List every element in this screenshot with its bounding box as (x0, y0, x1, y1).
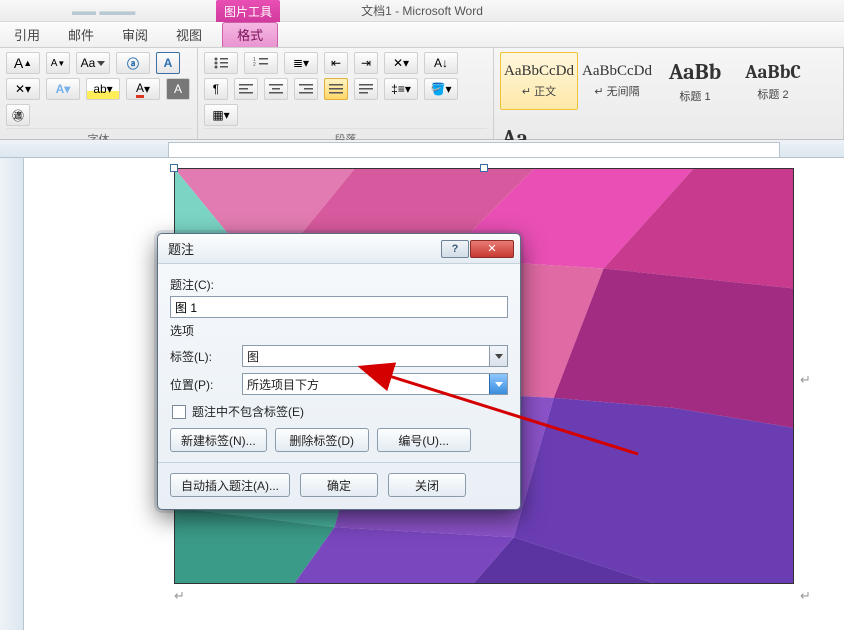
delete-label-button[interactable]: 删除标签(D) (275, 428, 369, 452)
position-combo-value: 所选项目下方 (247, 376, 319, 393)
style-normal[interactable]: AaBbCcDd ↵ 正文 (500, 52, 578, 110)
title-bar: ▬▬ ▬▬▬ 图片工具 文档1 - Microsoft Word (0, 0, 844, 22)
ribbon: A▲ A▼ Aa ⓐ A ✕▾ A▾ ab▾ A▾ A ㊜ 字体 12 ≣▾ ⇤… (0, 48, 844, 140)
document-title: 文档1 - Microsoft Word (361, 2, 483, 19)
chevron-down-icon[interactable] (489, 374, 507, 394)
horizontal-ruler[interactable] (0, 140, 844, 158)
grow-font-button[interactable]: A▲ (6, 52, 40, 74)
caption-input[interactable] (170, 296, 508, 318)
checkbox-icon[interactable] (172, 405, 186, 419)
close-button[interactable]: ✕ (470, 240, 514, 258)
label-combo-value: 图 (247, 348, 259, 365)
exclude-label-text: 题注中不包含标签(E) (192, 403, 304, 420)
bullets-button[interactable] (204, 52, 238, 74)
cancel-button[interactable]: 关闭 (388, 473, 466, 497)
distributed-button[interactable] (354, 78, 378, 100)
align-right-button[interactable] (294, 78, 318, 100)
style-preview: AaBbCcDd (504, 63, 574, 80)
label-field-label: 标签(L): (170, 348, 234, 365)
line-spacing-button[interactable]: ‡≡▾ (384, 78, 418, 100)
tab-view[interactable]: 视图 (162, 22, 216, 47)
style-heading-2[interactable]: AaBbC 标题 2 (734, 52, 812, 110)
multilevel-list-button[interactable]: ≣▾ (284, 52, 318, 74)
ribbon-group-font: A▲ A▼ Aa ⓐ A ✕▾ A▾ ab▾ A▾ A ㊜ 字体 (0, 48, 198, 139)
style-preview: AaBbC (745, 61, 801, 83)
style-label: ↵ 无间隔 (594, 83, 639, 99)
highlight-button[interactable]: ab▾ (86, 78, 120, 100)
text-effects-button[interactable]: A▾ (46, 78, 80, 100)
auto-caption-button[interactable]: 自动插入题注(A)... (170, 473, 290, 497)
phonetic-guide-button[interactable]: ⓐ (116, 52, 150, 74)
svg-text:2: 2 (253, 62, 256, 68)
justify-icon (329, 83, 343, 95)
decrease-indent-button[interactable]: ⇤ (324, 52, 348, 74)
bullets-icon (213, 56, 229, 70)
help-button[interactable]: ? (441, 240, 469, 258)
clear-formatting-button[interactable]: ✕▾ (6, 78, 40, 100)
style-preview: AaBbCcDd (582, 63, 652, 80)
paint-bucket-icon: 🪣 (431, 82, 446, 96)
enclose-characters-button[interactable]: ㊜ (6, 104, 30, 126)
exclude-label-checkbox-row[interactable]: 题注中不包含标签(E) (170, 403, 508, 420)
style-no-spacing[interactable]: AaBbCcDd ↵ 无间隔 (578, 52, 656, 110)
tab-review[interactable]: 审阅 (108, 22, 162, 47)
numbering-button[interactable]: 12 (244, 52, 278, 74)
tab-references[interactable]: 引用 (0, 22, 54, 47)
selection-handle-tm[interactable] (480, 164, 488, 172)
tab-mailings[interactable]: 邮件 (54, 22, 108, 47)
character-border-button[interactable]: A (156, 52, 180, 74)
align-center-button[interactable] (264, 78, 288, 100)
label-combo[interactable]: 图 (242, 345, 508, 367)
style-preview: AaBb (669, 59, 721, 85)
borders-button[interactable]: ▦▾ (204, 104, 238, 126)
character-shading-button[interactable]: A (166, 78, 190, 100)
workspace: ↵ ↵ ↵ 题注 ? ✕ 题注(C): 选项 标签(L): 图 (0, 140, 844, 630)
style-label: ↵ 正文 (522, 83, 556, 99)
paragraph-mark: ↵ (800, 588, 811, 604)
numbering-button[interactable]: 编号(U)... (377, 428, 471, 452)
distributed-icon (359, 83, 373, 95)
caption-label: 题注(C): (170, 276, 508, 293)
align-left-icon (239, 83, 253, 95)
style-label: 标题 1 (679, 88, 710, 104)
align-right-icon (299, 83, 313, 95)
ok-button[interactable]: 确定 (300, 473, 378, 497)
ribbon-tabs: 引用 邮件 审阅 视图 格式 (0, 22, 844, 48)
document-page[interactable]: ↵ ↵ ↵ 题注 ? ✕ 题注(C): 选项 标签(L): 图 (24, 158, 844, 630)
change-case-button[interactable]: Aa (76, 52, 110, 74)
vertical-ruler[interactable] (0, 158, 24, 630)
position-field-label: 位置(P): (170, 376, 234, 393)
dialog-body: 题注(C): 选项 标签(L): 图 位置(P): 所选项目下方 (158, 264, 520, 509)
dialog-title: 题注 (168, 239, 194, 258)
shrink-font-button[interactable]: A▼ (46, 52, 70, 74)
show-marks-button[interactable]: ¶ (204, 78, 228, 100)
asian-layout-button[interactable]: ✕▾ (384, 52, 418, 74)
increase-indent-button[interactable]: ⇥ (354, 52, 378, 74)
font-color-button[interactable]: A▾ (126, 78, 160, 100)
dialog-titlebar[interactable]: 题注 ? ✕ (158, 234, 520, 264)
new-label-button[interactable]: 新建标签(N)... (170, 428, 267, 452)
chevron-down-icon[interactable] (489, 346, 507, 366)
align-center-icon (269, 83, 283, 95)
paragraph-mark: ↵ (800, 372, 811, 388)
caption-dialog: 题注 ? ✕ 题注(C): 选项 标签(L): 图 位 (157, 233, 521, 510)
shading-button[interactable]: 🪣▾ (424, 78, 458, 100)
style-label: 标题 2 (757, 86, 788, 102)
selection-handle-tl[interactable] (170, 164, 178, 172)
justify-button[interactable] (324, 78, 348, 100)
paragraph-mark: ↵ (174, 588, 185, 604)
sort-button[interactable]: A↓ (424, 52, 458, 74)
numbering-icon: 12 (253, 56, 269, 70)
position-combo[interactable]: 所选项目下方 (242, 373, 508, 395)
quick-access-hint: ▬▬ ▬▬▬ (72, 4, 135, 18)
tab-format[interactable]: 格式 (222, 22, 278, 47)
ribbon-group-styles: AaBbCcDd ↵ 正文 AaBbCcDd ↵ 无间隔 AaBb 标题 1 A… (494, 48, 844, 139)
contextual-tab-group: 图片工具 (216, 0, 280, 22)
ribbon-group-paragraph: 12 ≣▾ ⇤ ⇥ ✕▾ A↓ ¶ ‡≡▾ 🪣▾ ▦▾ 段落 (198, 48, 494, 139)
options-label: 选项 (170, 322, 508, 339)
style-heading-1[interactable]: AaBb 标题 1 (656, 52, 734, 110)
align-left-button[interactable] (234, 78, 258, 100)
